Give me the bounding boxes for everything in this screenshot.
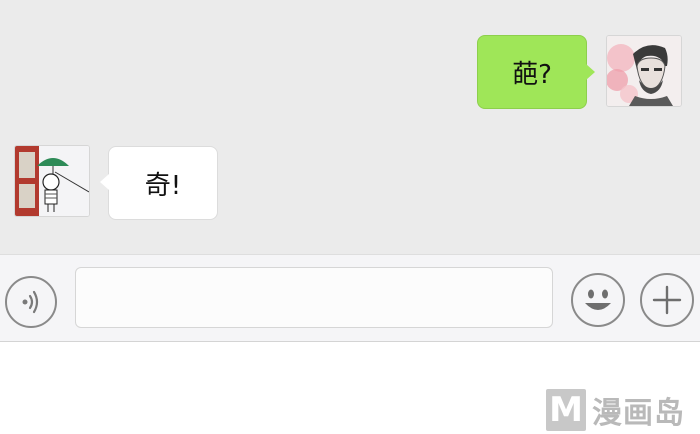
watermark-text: 漫画岛 <box>592 396 685 431</box>
message-input[interactable] <box>75 267 553 328</box>
my-avatar[interactable] <box>606 35 682 107</box>
watermark-logo: M <box>546 389 586 431</box>
emoji-icon <box>585 289 611 310</box>
site-watermark: M 漫画岛 <box>546 388 685 432</box>
more-options-button[interactable] <box>640 273 694 327</box>
sent-message-bubble[interactable]: 葩? <box>477 35 595 109</box>
voice-icon <box>22 290 39 314</box>
voice-button[interactable] <box>5 276 57 328</box>
emoji-button[interactable] <box>571 273 625 327</box>
chat-area: 葩? 奇! <box>0 0 700 254</box>
input-bar <box>0 254 700 342</box>
received-message-bubble[interactable]: 奇! <box>100 146 218 220</box>
plus-icon <box>652 285 682 315</box>
received-message-text: 奇! <box>144 170 182 201</box>
sent-message-text: 葩? <box>512 59 552 90</box>
contact-avatar[interactable] <box>14 145 90 217</box>
